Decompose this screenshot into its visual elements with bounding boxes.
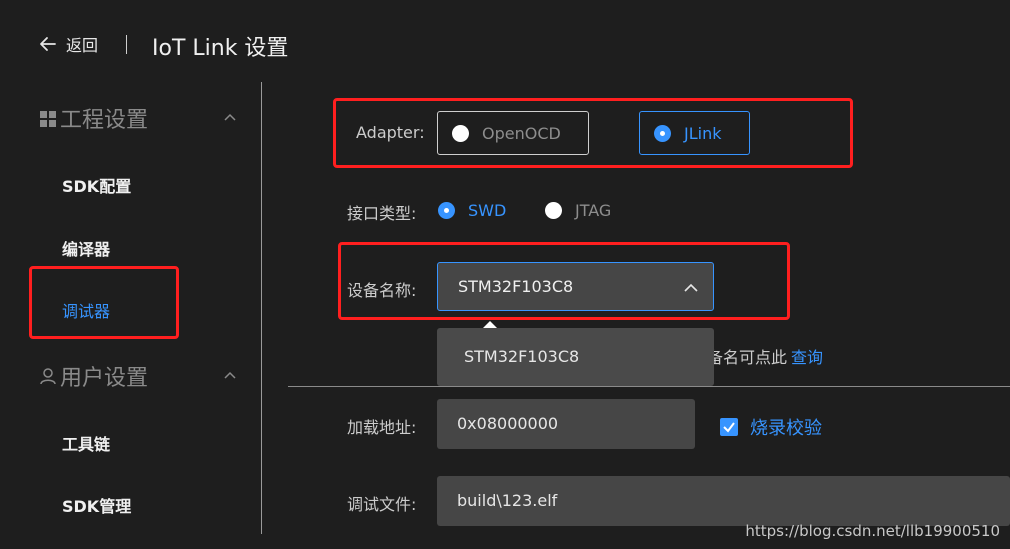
device-dropdown-option[interactable]: STM32F103C8 <box>464 347 579 366</box>
device-query-link[interactable]: 查询 <box>791 348 823 367</box>
debug-file-label: 调试文件: <box>347 495 417 514</box>
radio-unchecked-icon <box>545 201 562 219</box>
verify-checkbox[interactable]: 烧录校验 <box>720 414 822 440</box>
chevron-up-icon <box>224 113 236 121</box>
grid-icon <box>40 111 56 127</box>
radio-label: SWD <box>468 200 507 220</box>
radio-label: OpenOCD <box>482 123 561 143</box>
page-title: IoT Link 设置 <box>152 36 289 61</box>
radio-label: JLink <box>684 123 722 143</box>
chevron-up-icon <box>224 371 236 379</box>
device-hint: 备名可点此 查询 <box>707 344 823 368</box>
radio-unchecked-icon <box>452 124 469 142</box>
debug-file-value: build\123.elf <box>457 491 558 510</box>
sidebar-item-sdk-config[interactable]: SDK配置 <box>62 173 131 197</box>
header-divider <box>126 35 127 54</box>
device-hint-text: 备名可点此 <box>707 348 788 367</box>
sidebar-item-sdk-manage[interactable]: SDK管理 <box>62 493 131 517</box>
sidebar-divider <box>261 82 262 534</box>
adapter-jlink-option[interactable]: JLink <box>639 111 750 155</box>
sidebar-group-label: 用户设置 <box>60 366 149 391</box>
settings-window: 返回 IoT Link 设置 工程设置 SDK配置 编译器 调试器 用户设置 工… <box>0 0 1010 549</box>
checkbox-checked-icon <box>720 418 738 436</box>
section-divider <box>288 386 1010 387</box>
watermark: https://blog.csdn.net/llb19900510 <box>745 522 1000 540</box>
radio-checked-icon <box>438 201 455 219</box>
device-select[interactable]: STM32F103C8 <box>437 262 714 311</box>
sidebar-group-user-settings[interactable]: 用户设置 <box>38 361 243 391</box>
radio-checked-icon <box>654 124 671 142</box>
interface-jtag-option[interactable]: JTAG <box>545 200 611 220</box>
back-label: 返回 <box>66 36 99 55</box>
back-button[interactable]: 返回 <box>38 33 98 55</box>
chevron-up-icon <box>684 283 698 292</box>
verify-label: 烧录校验 <box>750 418 822 439</box>
device-label: 设备名称: <box>347 281 417 300</box>
load-address-label: 加载地址: <box>347 418 417 437</box>
load-address-value: 0x08000000 <box>457 414 559 433</box>
radio-label: JTAG <box>575 200 612 220</box>
device-select-value: STM32F103C8 <box>458 277 574 296</box>
sidebar-group-label: 工程设置 <box>60 108 149 133</box>
debug-file-input[interactable]: build\123.elf <box>437 476 1010 526</box>
interface-swd-option[interactable]: SWD <box>438 200 506 220</box>
arrow-left-icon <box>40 37 56 51</box>
load-address-input[interactable]: 0x08000000 <box>437 399 695 449</box>
adapter-openocd-option[interactable]: OpenOCD <box>437 111 589 155</box>
user-icon <box>40 368 56 385</box>
device-dropdown: STM32F103C8 <box>437 321 714 386</box>
sidebar-item-debugger[interactable]: 调试器 <box>62 298 110 322</box>
interface-label: 接口类型: <box>347 204 417 223</box>
sidebar-item-compiler[interactable]: 编译器 <box>62 236 110 260</box>
sidebar-group-project-settings[interactable]: 工程设置 <box>38 103 243 133</box>
dropdown-arrow <box>483 321 497 328</box>
adapter-label: Adapter: <box>356 123 425 142</box>
sidebar-item-toolchain[interactable]: 工具链 <box>62 431 110 455</box>
